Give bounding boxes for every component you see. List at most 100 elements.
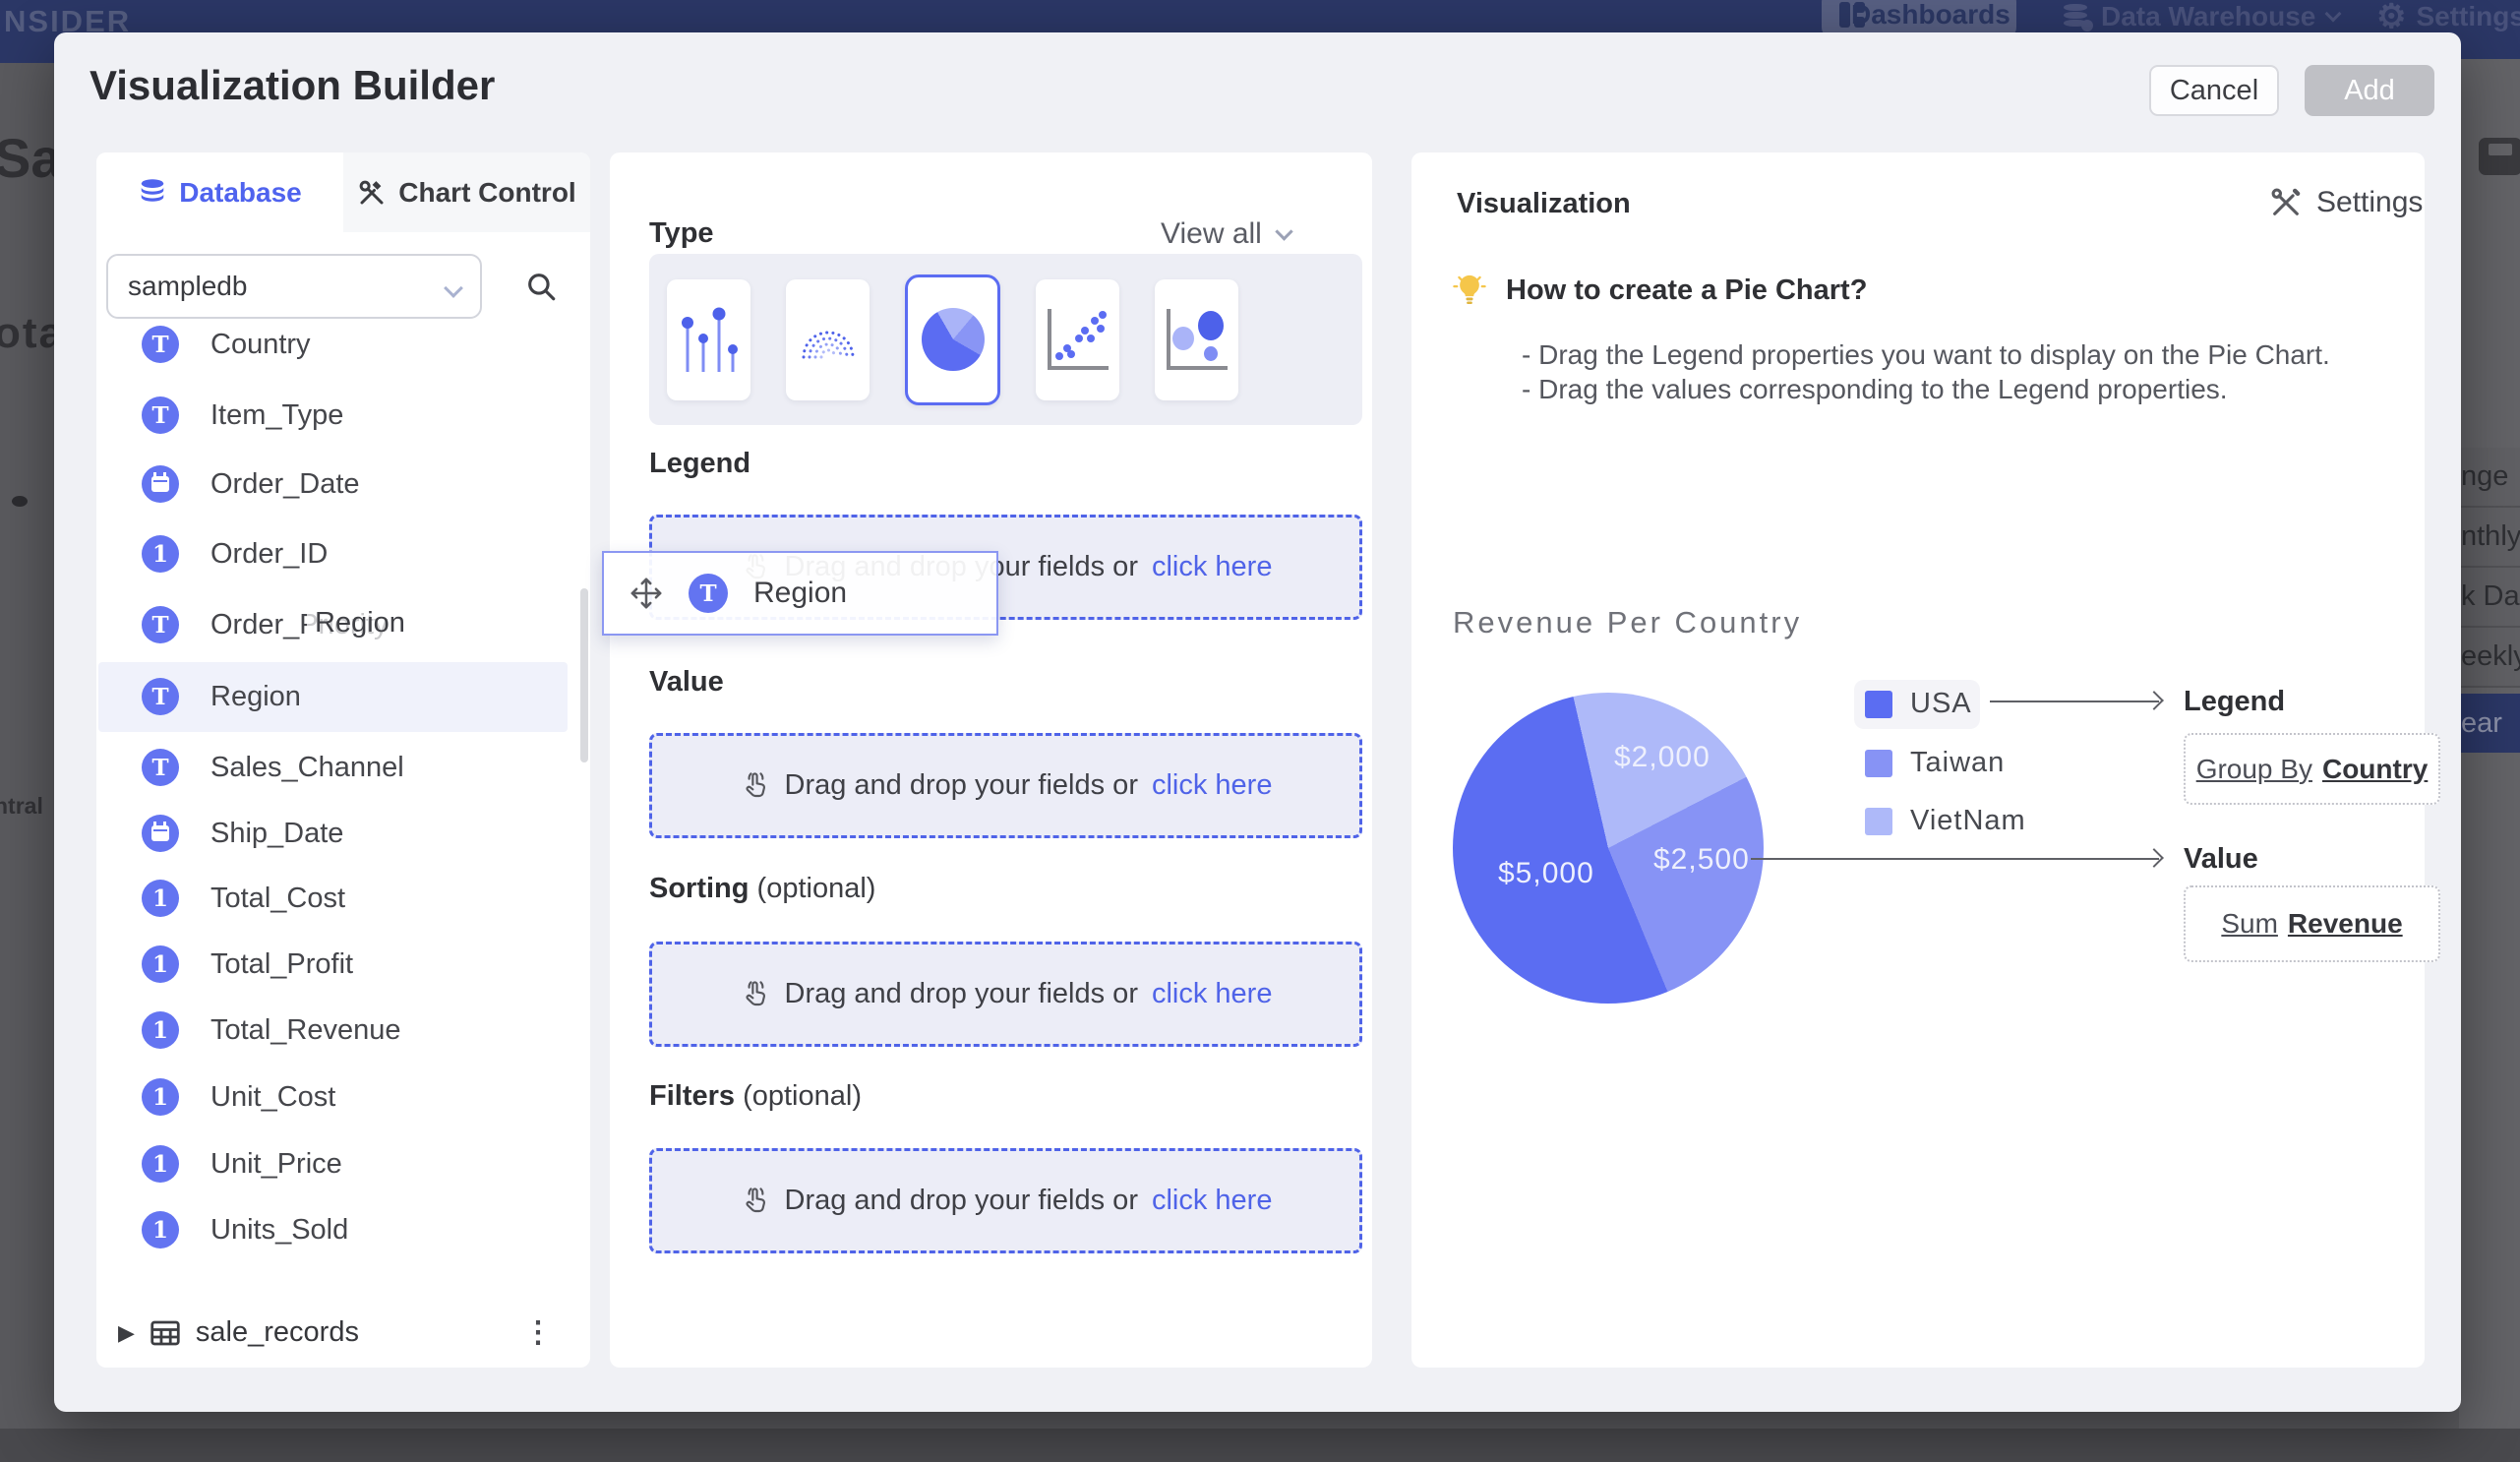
field-label: Order_Date <box>210 468 360 501</box>
legend-swatch <box>1865 750 1892 777</box>
legend-label: Taiwan <box>1910 747 2005 779</box>
left-panel-tabs: Database Chart Control <box>96 152 590 232</box>
text-type-icon: T <box>689 574 728 613</box>
legend-item-vietnam: VietNam <box>1865 805 2026 837</box>
field-row[interactable]: 1Total_Revenue <box>96 995 559 1066</box>
field-label: Ship_Date <box>210 818 343 850</box>
bg-bullet-dot <box>12 496 28 507</box>
field-row[interactable]: TSales_Channel <box>96 732 559 803</box>
cancel-button[interactable]: Cancel <box>2149 65 2279 116</box>
field-row-region[interactable]: TRegion <box>96 661 559 732</box>
drag-ghost-label: Region <box>315 607 405 640</box>
legend-label: VietNam <box>1910 805 2026 837</box>
scatter-chart-icon <box>1048 309 1109 370</box>
tip-title: How to create a Pie Chart? <box>1506 274 1867 307</box>
group-by-field: Country <box>2322 754 2428 785</box>
nav-item-data-warehouse[interactable]: Data Warehouse <box>2064 2 2339 31</box>
field-row[interactable]: Order_Date <box>96 449 559 519</box>
field-label: Total_Revenue <box>210 1014 400 1047</box>
table-icon <box>150 1320 180 1346</box>
sum-field: Revenue <box>2288 908 2403 940</box>
date-type-icon <box>142 815 179 852</box>
screen: NSIDER Dashboards Data Warehouse ⚙ Setti… <box>0 0 2520 1462</box>
text-type-icon: T <box>142 326 179 363</box>
dropzone-click-here-link[interactable]: click here <box>1152 1185 1273 1217</box>
field-label: Total_Profit <box>210 948 353 981</box>
dropzone-click-here-link[interactable]: click here <box>1152 769 1273 802</box>
field-row[interactable]: 1Units_Sold <box>96 1194 559 1265</box>
view-all-dropdown[interactable]: View all <box>1161 217 1333 251</box>
chart-type-strip <box>649 254 1362 425</box>
bg-dropdown-menu: nge nthly k Date eekly ear <box>2459 448 2520 753</box>
field-label: Units_Sold <box>210 1214 348 1247</box>
field-row[interactable]: 1Total_Profit <box>96 929 559 1000</box>
database-select-value: sampledb <box>128 271 247 302</box>
chart-type-lollipop[interactable] <box>667 279 750 400</box>
expand-triangle-icon[interactable]: ▶ <box>118 1320 135 1346</box>
chevron-down-icon <box>444 278 463 298</box>
chevron-down-icon <box>2325 6 2342 23</box>
chart-config-panel: Type View all <box>610 152 1372 1368</box>
number-type-icon: 1 <box>142 535 179 573</box>
bg-right-strip: nge nthly k Date eekly ear <box>2459 59 2520 1429</box>
table-row-sale-records[interactable]: ▶ sale_records ⋮ <box>96 1298 590 1368</box>
settings-label: Settings <box>2316 186 2423 219</box>
filters-dropzone[interactable]: Drag and drop your fields or click here <box>649 1148 1362 1253</box>
chart-type-pie-selected[interactable] <box>905 274 1000 405</box>
tip-line: - Drag the Legend properties you want to… <box>1522 339 2330 371</box>
group-by-label: Group By <box>2196 754 2312 785</box>
dragged-field-label: Region <box>753 577 847 610</box>
kebab-menu-icon[interactable]: ⋮ <box>523 1315 553 1350</box>
field-row[interactable]: 1Unit_Cost <box>96 1062 559 1132</box>
dropzone-click-here-link[interactable]: click here <box>1152 978 1273 1010</box>
chart-type-arc[interactable] <box>786 279 870 400</box>
legend-label: USA <box>1910 688 1972 720</box>
legend-swatch <box>1865 691 1892 718</box>
sorting-dropzone[interactable]: Drag and drop your fields or click here <box>649 942 1362 1047</box>
dragged-field-card[interactable]: T Region <box>602 551 998 636</box>
bg-menu-item[interactable]: nthly <box>2459 508 2520 568</box>
bg-menu-item[interactable]: eekly <box>2459 628 2520 688</box>
mapping-legend-heading: Legend <box>2184 686 2285 718</box>
text-type-icon: T <box>142 606 179 643</box>
field-row[interactable]: 1Unit_Price <box>96 1128 559 1199</box>
hand-click-icon <box>740 770 771 802</box>
tab-database[interactable]: Database <box>96 152 343 232</box>
bg-menu-item[interactable]: nge <box>2459 448 2520 508</box>
field-label: Region <box>210 681 301 713</box>
scrollbar-thumb[interactable] <box>580 588 588 762</box>
view-all-label: View all <box>1161 217 1262 251</box>
date-type-icon <box>142 465 179 503</box>
chart-type-scatter[interactable] <box>1036 279 1119 400</box>
settings-button[interactable]: Settings <box>2269 186 2423 219</box>
text-type-icon: T <box>142 749 179 786</box>
database-icon <box>138 178 167 208</box>
value-dropzone[interactable]: Drag and drop your fields or click here <box>649 733 1362 838</box>
field-row[interactable]: Ship_Date <box>96 798 559 869</box>
bg-menu-item-selected[interactable]: ear <box>2459 694 2520 753</box>
legend-item-taiwan: Taiwan <box>1865 747 2005 779</box>
value-mapping-arrow <box>1751 858 2159 860</box>
hand-click-icon <box>740 1186 771 1217</box>
value-section-heading: Value <box>649 666 724 699</box>
dropzone-text: Drag and drop your fields or <box>785 769 1138 802</box>
field-row[interactable]: T Country <box>96 309 559 380</box>
field-row[interactable]: 1Order_ID <box>96 518 559 589</box>
field-row[interactable]: TItem_Type <box>96 380 559 451</box>
move-arrows-icon <box>630 577 663 610</box>
bg-menu-item[interactable]: k Date <box>2459 568 2520 628</box>
field-label: Country <box>210 329 311 361</box>
chart-type-bubble[interactable] <box>1155 279 1238 400</box>
pie-value-label: $2,500 <box>1653 843 1750 877</box>
nav-item-settings[interactable]: ⚙ Settings <box>2376 0 2520 33</box>
field-row[interactable]: 1Total_Cost <box>96 863 559 934</box>
search-button[interactable] <box>517 263 565 310</box>
add-button[interactable]: Add <box>2305 65 2434 116</box>
save-icon[interactable] <box>2479 138 2520 175</box>
dropzone-click-here-link[interactable]: click here <box>1152 551 1273 583</box>
modal-title: Visualization Builder <box>90 62 495 109</box>
hammer-wrench-icon <box>357 178 387 208</box>
gear-icon: ⚙ <box>2376 0 2406 33</box>
arc-dots-chart-icon <box>796 318 861 361</box>
tab-chart-control[interactable]: Chart Control <box>343 152 590 232</box>
